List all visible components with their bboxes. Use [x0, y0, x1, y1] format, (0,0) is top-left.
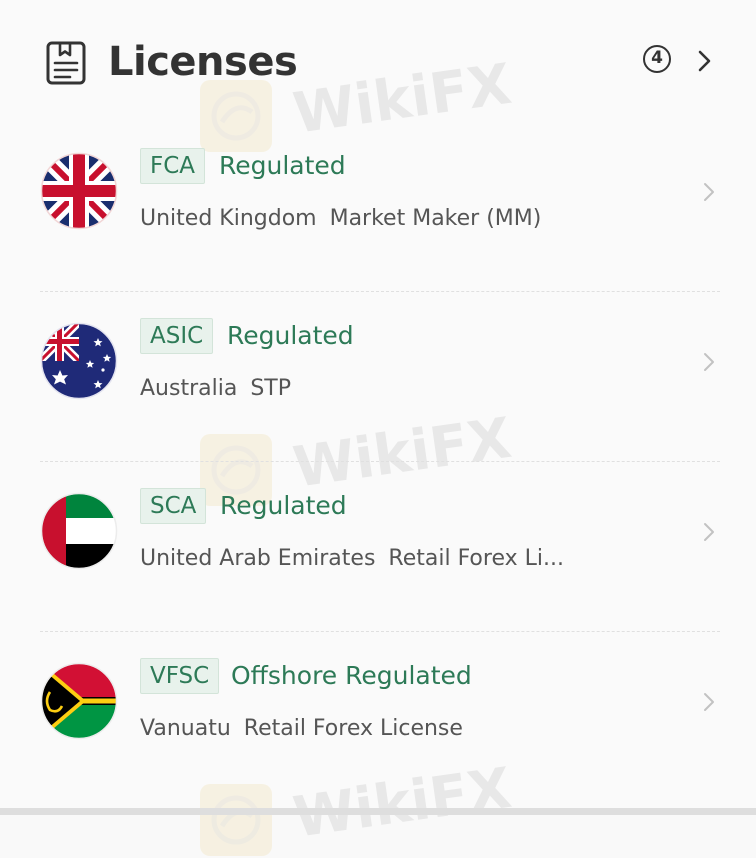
uk-flag-icon [40, 152, 118, 230]
license-row-fca[interactable]: FCA Regulated United Kingdom Market Maker… [0, 122, 756, 292]
license-status: Regulated [220, 491, 347, 520]
australia-flag-icon [40, 322, 118, 400]
license-country: Australia [140, 376, 238, 401]
license-status: Regulated [227, 321, 354, 350]
license-count-badge: 4 [643, 45, 671, 73]
chevron-right-icon[interactable] [697, 49, 713, 73]
license-detail: Vanuatu Retail Forex License [140, 712, 463, 746]
chevron-right-icon[interactable] [703, 692, 715, 712]
license-type: Retail Forex Li... [388, 546, 564, 571]
license-type: Market Maker (MM) [329, 206, 542, 231]
licenses-panel: WikiFX WikiFX WikiFX Licenses 4 FCA Regu… [0, 0, 756, 856]
license-row-asic[interactable]: ASIC Regulated Australia STP [0, 292, 756, 462]
license-country: United Kingdom [140, 206, 317, 231]
license-detail: United Arab Emirates Retail Forex Li... [140, 542, 564, 576]
chevron-right-icon[interactable] [703, 182, 715, 202]
license-row-sca[interactable]: SCA Regulated United Arab Emirates Retail… [0, 462, 756, 632]
license-country: Vanuatu [140, 716, 231, 741]
uae-flag-icon [40, 492, 118, 570]
license-code-badge: VFSC [140, 658, 220, 694]
licenses-header[interactable]: Licenses 4 [0, 0, 756, 122]
vanuatu-flag-icon [40, 662, 118, 740]
license-detail: United Kingdom Market Maker (MM) [140, 202, 541, 236]
license-row-vfsc[interactable]: VFSC Offshore Regulated Vanuatu Retail Fo… [0, 632, 756, 802]
page-title: Licenses [108, 39, 298, 85]
license-country: United Arab Emirates [140, 546, 376, 571]
license-code-badge: FCA [140, 148, 206, 184]
license-type: STP [250, 376, 291, 401]
chevron-right-icon[interactable] [703, 522, 715, 542]
license-list: FCA Regulated United Kingdom Market Maker… [0, 122, 756, 802]
license-detail: Australia STP [140, 372, 291, 406]
license-type: Retail Forex License [243, 716, 463, 741]
license-code-badge: SCA [140, 488, 207, 524]
document-icon [46, 41, 86, 85]
chevron-right-icon[interactable] [703, 352, 715, 372]
license-status: Offshore Regulated [231, 661, 472, 690]
license-status: Regulated [219, 151, 346, 180]
bottom-edge [0, 808, 756, 815]
license-code-badge: ASIC [140, 318, 214, 354]
